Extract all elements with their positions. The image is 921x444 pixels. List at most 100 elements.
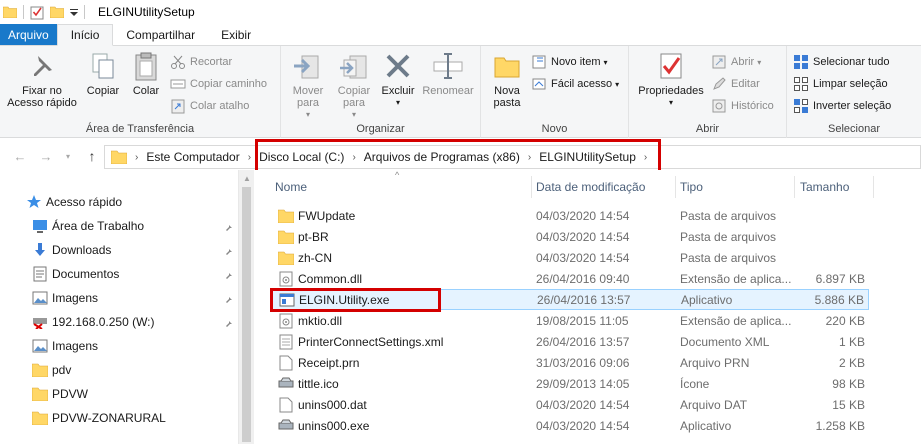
pin-icon[interactable] [222,220,234,232]
up-arrow-icon[interactable]: ↑ [84,148,100,164]
nav-item-documents[interactable]: Documentos [32,262,119,286]
address-bar[interactable]: › Este Computador › Disco Local (C:) › A… [104,145,921,169]
file-row[interactable]: FWUpdate 04/03/2020 14:54 Pasta de arqui… [272,205,869,226]
column-header-type[interactable]: Tipo [680,176,703,198]
column-header-size[interactable]: Tamanho [800,176,849,198]
file-row[interactable]: tittle.ico 29/09/2013 14:05 Ícone 98 KB [272,373,869,394]
file-name-cell: unins000.dat [278,397,367,413]
breadcrumb-separator[interactable]: › [636,152,655,163]
tab-share[interactable]: Compartilhar [113,24,208,45]
paste-button[interactable]: Colar [126,50,166,97]
customize-toolbar-icon[interactable] [69,4,79,20]
scrollbar-thumb[interactable] [242,187,251,442]
history-button[interactable]: Histórico [711,96,774,116]
copy-button[interactable]: Copiar [82,50,124,97]
breadcrumb-separator[interactable]: › [344,152,363,163]
back-arrow-icon[interactable]: ← [12,148,28,164]
nav-quick-access[interactable]: Acesso rápido [26,190,122,214]
column-header-date[interactable]: Data de modificação [536,176,645,198]
file-row[interactable]: unins000.exe 04/03/2020 14:54 Aplicativo… [272,415,869,436]
nav-item-pictures[interactable]: Imagens [32,286,98,310]
nav-item-pictures[interactable]: Imagens [32,334,98,358]
file-size: 1 KB [838,334,865,349]
file-size: 2 KB [838,355,865,370]
tab-home[interactable]: Início [56,24,114,46]
file-row[interactable]: mktio.dll 19/08/2015 11:05 Extensão de a… [272,310,869,331]
file-type: Extensão de aplica... [680,271,792,286]
paste-label: Colar [132,85,160,97]
column-divider[interactable] [675,176,676,198]
title-bar: ELGINUtilitySetup [0,0,921,24]
breadcrumb-this-pc[interactable]: Este Computador [146,150,239,164]
breadcrumb-separator[interactable]: › [127,152,146,163]
tab-view[interactable]: Exibir [208,24,264,45]
breadcrumb-local-disk[interactable]: Disco Local (C:) [259,150,344,164]
properties-button[interactable]: Propriedades ▾ [633,50,709,109]
navigation-pane: Acesso rápido Área de Trabalho Downloads… [0,170,254,444]
nav-item-pdv[interactable]: pdv [32,358,71,382]
new-item-button[interactable]: Novo item ▾ [531,52,608,72]
column-header-name[interactable]: Nome [275,176,307,198]
invert-selection-button[interactable]: Inverter seleção [793,96,891,116]
move-to-button[interactable]: Mover para ▾ [285,50,331,121]
pin-icon[interactable] [222,292,234,304]
new-folder-button[interactable]: Nova pasta [485,50,529,109]
file-row[interactable]: zh-CN 04/03/2020 14:54 Pasta de arquivos [272,247,869,268]
file-row[interactable]: pt-BR 04/03/2020 14:54 Pasta de arquivos [272,226,869,247]
breadcrumb-separator[interactable]: › [520,152,539,163]
copy-to-label: Copiar para [337,85,371,109]
file-row[interactable]: unins000.dat 04/03/2020 14:54 Arquivo DA… [272,394,869,415]
open-button[interactable]: Abrir ▾ [711,52,761,72]
copy-to-icon [340,55,367,79]
file-row-selected[interactable]: ELGIN.Utility.exe 26/04/2016 13:57 Aplic… [272,289,869,310]
copy-label: Copiar [86,85,120,97]
cut-label: Recortar [190,56,233,68]
nav-item-label: PDVW-ZONARURAL [52,411,166,425]
new-folder-icon[interactable] [49,4,65,20]
nav-item-network-drive[interactable]: 192.168.0.250 (W:) [32,310,155,334]
file-row[interactable]: Receipt.prn 31/03/2016 09:06 Arquivo PRN… [272,352,869,373]
pin-icon[interactable] [222,244,234,256]
easy-access-button[interactable]: Fácil acesso ▾ [531,74,619,94]
file-name-cell: tittle.ico [278,376,339,392]
navigation-scrollbar[interactable]: ▲ [238,170,254,444]
edit-button[interactable]: Editar [711,74,760,94]
properties-icon[interactable] [29,4,45,20]
scroll-up-icon[interactable]: ▲ [239,170,255,186]
column-divider[interactable] [531,176,532,198]
file-size: 5.886 KB [814,292,864,307]
select-none-button[interactable]: Limpar seleção [793,74,888,94]
nav-item-pdvw[interactable]: PDVW [32,382,88,406]
folder-icon [278,208,294,224]
breadcrumb-program-files[interactable]: Arquivos de Programas (x86) [364,150,520,164]
pin-icon[interactable] [222,268,234,280]
delete-button[interactable]: Excluir ▾ [377,50,419,109]
select-all-button[interactable]: Selecionar tudo [793,52,889,72]
nav-item-downloads[interactable]: Downloads [32,238,111,262]
pin-quick-access-button[interactable]: Fixar no Acesso rápido [4,50,80,109]
nav-item-pdvw-zonarural[interactable]: PDVW-ZONARURAL [32,406,166,430]
breadcrumb-separator[interactable]: › [240,152,259,163]
file-icon [278,355,294,371]
file-type: Ícone [680,376,710,391]
copy-to-button[interactable]: Copiar para ▾ [331,50,377,121]
breadcrumb-elgin-setup[interactable]: ELGINUtilitySetup [539,150,636,164]
forward-arrow-icon[interactable]: → [38,148,54,164]
file-name-cell: Common.dll [278,271,362,287]
file-type: Extensão de aplica... [680,313,792,328]
tab-file[interactable]: Arquivo [0,24,57,45]
column-divider[interactable] [873,176,874,198]
rename-button[interactable]: Renomear [417,50,479,97]
file-date: 26/04/2016 13:57 [536,334,630,349]
pin-icon[interactable] [222,316,234,328]
folder-icon [32,386,48,402]
file-row[interactable]: Common.dll 26/04/2016 09:40 Extensão de … [272,268,869,289]
file-row[interactable]: PrinterConnectSettings.xml 26/04/2016 13… [272,331,869,352]
nav-item-desktop[interactable]: Área de Trabalho [32,214,144,238]
column-divider[interactable] [794,176,795,198]
select-none-label: Limpar seleção [813,78,888,90]
paste-shortcut-button[interactable]: Colar atalho [170,96,249,116]
copy-path-button[interactable]: Copiar caminho [170,74,267,94]
recent-locations-icon[interactable]: ▾ [60,148,76,164]
cut-button[interactable]: Recortar [170,52,232,72]
